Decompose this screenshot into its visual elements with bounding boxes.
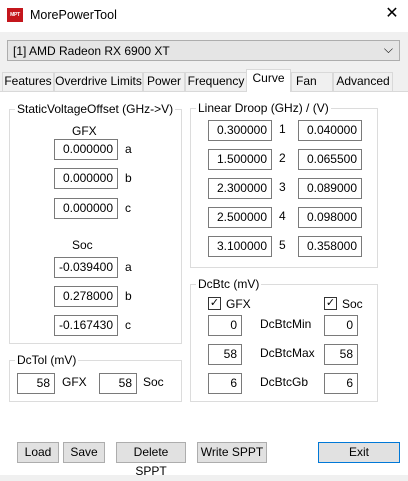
dcbtc-soc-checkbox[interactable]: ✓ (324, 297, 337, 310)
droop-index-1: 1 (279, 122, 286, 136)
window-title: MorePowerTool (30, 8, 117, 22)
dcbtcmax-soc-input[interactable]: 58 (324, 344, 358, 365)
dctol-gfx-label: GFX (62, 375, 87, 389)
dcbtcgb-label: DcBtcGb (260, 375, 309, 389)
tab-power[interactable]: Power (143, 72, 185, 91)
dctol-soc-input[interactable]: 58 (99, 373, 137, 394)
static-gfx-b-input[interactable]: 0.000000 (54, 168, 118, 189)
close-icon[interactable]: ✕ (382, 4, 402, 24)
static-soc-label: Soc (72, 238, 93, 252)
write-sppt-button[interactable]: Write SPPT (197, 442, 267, 463)
tab-overdrive-limits[interactable]: Overdrive Limits (54, 72, 143, 91)
droop-index-3: 3 (279, 180, 286, 194)
static-soc-b-label: b (125, 289, 132, 303)
static-gfx-a-input[interactable]: 0.000000 (54, 139, 118, 160)
dcbtc-soc-check-label: Soc (342, 297, 363, 311)
droop-index-5: 5 (279, 238, 286, 252)
static-voltage-offset-title: StaticVoltageOffset (GHz->V) (15, 102, 176, 116)
exit-button[interactable]: Exit (318, 442, 400, 463)
tab-advanced[interactable]: Advanced (333, 72, 393, 91)
dcbtcmin-label: DcBtcMin (260, 317, 312, 331)
droop-v-4-input[interactable]: 0.098000 (298, 207, 362, 228)
chevron-down-icon: ⌵ (383, 42, 393, 56)
static-soc-a-input[interactable]: -0.039400 (54, 257, 118, 278)
static-soc-b-input[interactable]: 0.278000 (54, 286, 118, 307)
gpu-select-value: [1] AMD Radeon RX 6900 XT (13, 44, 170, 58)
tab-curve[interactable]: Curve (246, 69, 291, 92)
linear-droop-title: Linear Droop (GHz) / (V) (196, 101, 331, 115)
static-gfx-a-label: a (125, 142, 132, 156)
static-soc-c-label: c (125, 318, 131, 332)
droop-v-3-input[interactable]: 0.089000 (298, 178, 362, 199)
droop-ghz-1-input[interactable]: 0.300000 (208, 120, 272, 141)
droop-v-5-input[interactable]: 0.358000 (298, 236, 362, 257)
dcbtc-title: DcBtc (mV) (196, 277, 262, 291)
dcbtcgb-soc-input[interactable]: 6 (324, 373, 358, 394)
tab-features[interactable]: Features (2, 72, 54, 91)
droop-ghz-3-input[interactable]: 2.300000 (208, 178, 272, 199)
droop-ghz-2-input[interactable]: 1.500000 (208, 149, 272, 170)
delete-sppt-button[interactable]: Delete SPPT (116, 442, 186, 478)
static-gfx-label: GFX (72, 124, 97, 138)
dcbtcmin-soc-input[interactable]: 0 (324, 315, 358, 336)
dctol-gfx-input[interactable]: 58 (17, 373, 55, 394)
static-gfx-c-input[interactable]: 0.000000 (54, 198, 118, 219)
dcbtcmin-gfx-input[interactable]: 0 (208, 315, 242, 336)
droop-v-1-input[interactable]: 0.040000 (298, 120, 362, 141)
dcbtc-gfx-checkbox[interactable]: ✓ (208, 297, 221, 310)
dctol-title: DcTol (mV) (15, 353, 79, 367)
save-button[interactable]: Save (63, 442, 105, 463)
dctol-soc-label: Soc (143, 375, 164, 389)
droop-ghz-4-input[interactable]: 2.500000 (208, 207, 272, 228)
load-button[interactable]: Load (17, 442, 59, 463)
static-gfx-b-label: b (125, 171, 132, 185)
droop-ghz-5-input[interactable]: 3.100000 (208, 236, 272, 257)
droop-index-2: 2 (279, 151, 286, 165)
dcbtcgb-gfx-input[interactable]: 6 (208, 373, 242, 394)
tab-frequency[interactable]: Frequency (185, 72, 247, 91)
droop-v-2-input[interactable]: 0.065500 (298, 149, 362, 170)
dcbtcmax-label: DcBtcMax (260, 346, 315, 360)
app-logo-icon: MPT (7, 8, 23, 22)
gpu-select[interactable]: [1] AMD Radeon RX 6900 XT ⌵ (7, 40, 400, 61)
droop-index-4: 4 (279, 209, 286, 223)
dcbtc-gfx-check-label: GFX (226, 297, 251, 311)
static-soc-c-input[interactable]: -0.167430 (54, 315, 118, 336)
tab-fan[interactable]: Fan (291, 72, 333, 91)
static-gfx-c-label: c (125, 201, 131, 215)
static-soc-a-label: a (125, 260, 132, 274)
dcbtcmax-gfx-input[interactable]: 58 (208, 344, 242, 365)
